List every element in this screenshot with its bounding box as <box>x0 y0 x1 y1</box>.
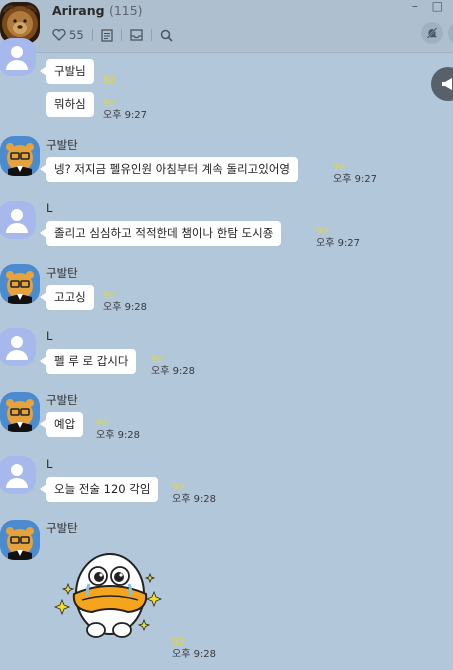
header-toolbar: 55 <box>52 27 173 43</box>
sender-avatar[interactable] <box>0 136 40 176</box>
room-name: Arirang <box>52 3 105 18</box>
divider <box>120 29 122 41</box>
drawer-icon[interactable] <box>129 29 143 41</box>
unread-count: 92 <box>172 482 185 493</box>
sender-name: L <box>46 457 53 471</box>
member-count: (115) <box>108 3 143 18</box>
message-bubble[interactable]: 넹? 저지금 펠유인원 아침부터 계속 돌리고있어영 <box>40 157 298 182</box>
sender-name: 구발탄 <box>46 266 78 280</box>
unread-count: 92 <box>103 290 116 301</box>
default-person-icon <box>6 336 28 360</box>
minimize-button[interactable]: – <box>412 0 418 13</box>
crying-duck-sticker[interactable] <box>53 548 166 648</box>
default-person-icon <box>6 209 28 233</box>
sender-avatar[interactable] <box>0 201 36 239</box>
announcement-side-button[interactable] <box>431 67 453 101</box>
bell-off-icon <box>426 26 438 40</box>
sender-avatar[interactable] <box>0 456 36 494</box>
default-person-icon <box>6 46 28 70</box>
sender-name: 구발탄 <box>46 521 78 535</box>
search-icon[interactable] <box>160 29 173 42</box>
ryan-character-icon <box>0 136 40 176</box>
sender-name: L <box>46 329 53 343</box>
default-person-icon <box>6 464 28 488</box>
notification-toggle-button[interactable] <box>421 22 443 44</box>
message-bubble[interactable]: 예압 <box>39 412 84 437</box>
sender-avatar[interactable] <box>0 520 40 560</box>
unread-count: 92 <box>316 226 329 237</box>
message-time: 오후 9:28 <box>172 649 217 660</box>
message-bubble[interactable]: 뭐하심 <box>46 92 94 117</box>
unread-count: 92 <box>103 75 116 86</box>
divider <box>91 29 93 41</box>
maximize-button[interactable]: □ <box>432 0 443 13</box>
sender-avatar[interactable] <box>0 264 40 304</box>
unread-count: 92 <box>333 162 346 173</box>
megaphone-icon <box>442 78 452 90</box>
like-button[interactable]: 55 <box>52 28 84 42</box>
message-bubble[interactable]: 졸리고 심심하고 적적한데 챔이나 한탐 도시죵 <box>39 221 282 246</box>
message-time: 오후 9:28 <box>172 494 217 505</box>
message-time: 오후 9:27 <box>103 110 148 121</box>
unread-count: 92 <box>172 637 185 648</box>
sender-avatar[interactable] <box>0 392 40 432</box>
sender-name: 구발탄 <box>46 393 78 407</box>
divider <box>150 29 152 41</box>
sender-avatar[interactable] <box>0 38 36 76</box>
message-bubble[interactable]: 고고싱 <box>40 285 94 310</box>
menu-button[interactable] <box>448 22 453 44</box>
ryan-character-icon <box>0 264 40 304</box>
message-bubble[interactable]: 구발님 <box>40 59 94 84</box>
unread-count: 92 <box>103 98 116 109</box>
chatroom-header: Arirang (115) 55 – □ <box>0 0 453 53</box>
sender-name: L <box>46 201 53 215</box>
ryan-character-icon <box>0 520 40 560</box>
message-time: 오후 9:28 <box>151 366 196 377</box>
message-time: 오후 9:28 <box>103 302 148 313</box>
message-bubble[interactable]: 펠 루 로 갑시다 <box>39 349 137 374</box>
like-count: 55 <box>69 28 84 42</box>
message-time: 오후 9:28 <box>96 430 141 441</box>
room-title: Arirang (115) <box>52 3 143 18</box>
unread-count: 92 <box>151 354 164 365</box>
notice-icon[interactable] <box>100 28 113 42</box>
ryan-character-icon <box>0 392 40 432</box>
sender-name: 구발탄 <box>46 138 78 152</box>
heart-icon <box>52 29 66 41</box>
message-time: 오후 9:27 <box>333 174 378 185</box>
message-time: 오후 9:27 <box>316 238 361 249</box>
window-controls: – □ <box>412 0 443 12</box>
crying-duck-sticker-icon <box>53 553 163 638</box>
message-bubble[interactable]: 오늘 전술 120 각임 <box>39 477 159 502</box>
unread-count: 92 <box>96 418 109 429</box>
sender-avatar[interactable] <box>0 328 36 366</box>
